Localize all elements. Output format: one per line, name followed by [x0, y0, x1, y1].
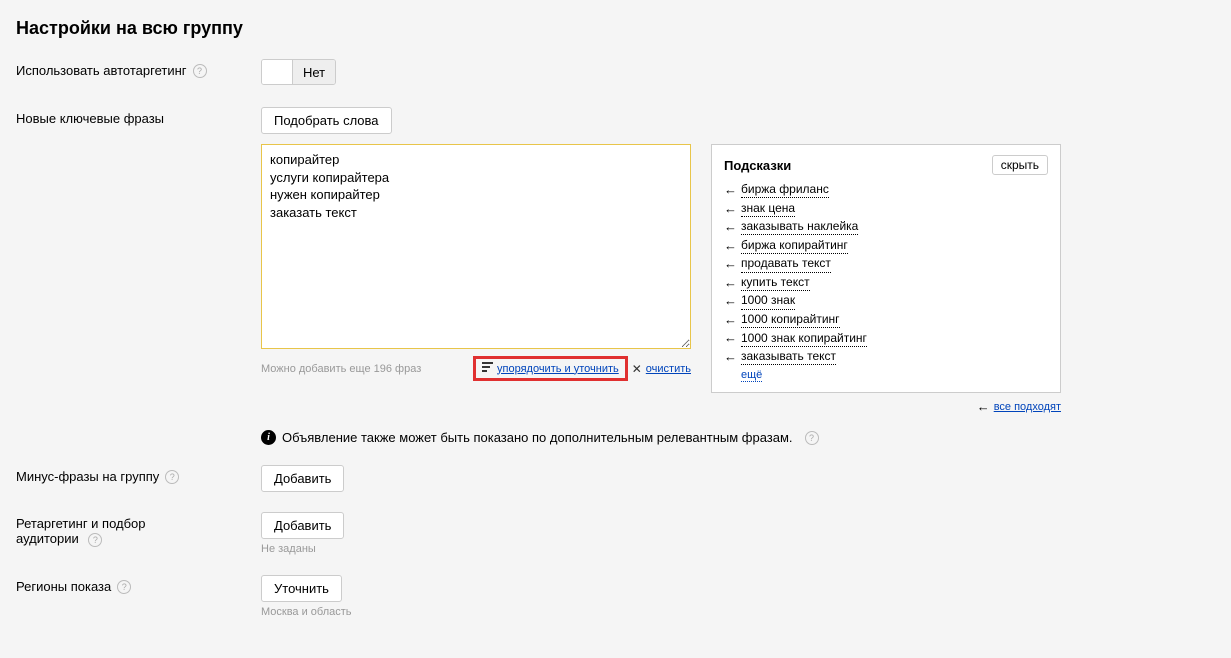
help-icon[interactable]: ? [193, 64, 207, 78]
suggestion-link[interactable]: заказывать наклейка [741, 218, 858, 235]
arrow-left-icon[interactable]: ← [724, 329, 737, 347]
suggestion-item: ←1000 знак [724, 292, 1048, 310]
suggestion-item: ←купить текст [724, 274, 1048, 292]
suggestion-link[interactable]: 1000 знак [741, 292, 795, 309]
help-icon[interactable]: ? [165, 470, 179, 484]
autotargeting-toggle[interactable]: Нет [261, 59, 336, 85]
minus-phrases-label: Минус-фразы на группу [16, 469, 159, 484]
arrow-left-icon[interactable]: ← [724, 348, 737, 366]
suggestion-link[interactable]: продавать текст [741, 255, 831, 272]
suggestion-item: ←биржа фриланс [724, 181, 1048, 199]
info-note: Объявление также может быть показано по … [282, 430, 793, 445]
suggestion-item: ←знак цена [724, 200, 1048, 218]
sort-icon [482, 362, 493, 375]
pick-words-button[interactable]: Подобрать слова [261, 107, 392, 134]
retargeting-label-2: аудитории [16, 531, 79, 546]
arrow-left-icon[interactable]: ← [724, 218, 737, 236]
all-fit-link[interactable]: все подходят [994, 401, 1061, 413]
arrow-left-icon[interactable]: ← [724, 274, 737, 292]
regions-refine-button[interactable]: Уточнить [261, 575, 342, 602]
suggestion-link[interactable]: биржа фриланс [741, 181, 829, 198]
suggestion-item: ←биржа копирайтинг [724, 237, 1048, 255]
suggestions-more-link[interactable]: ещё [741, 369, 762, 382]
arrow-left-icon[interactable]: ← [724, 255, 737, 273]
retargeting-add-button[interactable]: Добавить [261, 512, 344, 539]
arrow-left-icon[interactable]: ← [724, 292, 737, 310]
keywords-textarea[interactable] [261, 144, 691, 349]
suggestions-title: Подсказки [724, 158, 791, 173]
help-icon[interactable]: ? [805, 431, 819, 445]
info-icon: i [261, 430, 276, 445]
remaining-hint: Можно добавить еще 196 фраз [261, 363, 421, 375]
close-icon: ✕ [632, 362, 642, 376]
retargeting-label: Ретаргетинг и подбор [16, 516, 146, 531]
page-title: Настройки на всю группу [16, 0, 1215, 59]
keywords-label: Новые ключевые фразы [16, 111, 164, 126]
suggestion-link[interactable]: купить текст [741, 274, 810, 291]
arrow-left-icon: ← [977, 399, 990, 414]
arrow-left-icon[interactable]: ← [724, 311, 737, 329]
arrow-left-icon[interactable]: ← [724, 181, 737, 199]
help-icon[interactable]: ? [88, 533, 102, 547]
clear-link[interactable]: очистить [646, 363, 691, 375]
suggestion-link[interactable]: 1000 копирайтинг [741, 311, 840, 328]
hide-suggestions-button[interactable]: скрыть [992, 155, 1048, 175]
minus-add-button[interactable]: Добавить [261, 465, 344, 492]
sort-refine-link[interactable]: упорядочить и уточнить [497, 363, 619, 375]
suggestion-link[interactable]: знак цена [741, 200, 795, 217]
toggle-value: Нет [303, 65, 325, 80]
suggestion-link[interactable]: 1000 знак копирайтинг [741, 330, 867, 347]
regions-label: Регионы показа [16, 579, 111, 594]
suggestion-item: ←1000 знак копирайтинг [724, 329, 1048, 347]
suggestion-item: ←заказывать текст [724, 348, 1048, 366]
suggestion-item: ←заказывать наклейка [724, 218, 1048, 236]
suggestion-link[interactable]: биржа копирайтинг [741, 237, 848, 254]
regions-hint: Москва и область [261, 606, 1215, 618]
arrow-left-icon[interactable]: ← [724, 237, 737, 255]
arrow-left-icon[interactable]: ← [724, 200, 737, 218]
suggestion-link[interactable]: заказывать текст [741, 348, 836, 365]
suggestions-panel: Подсказки скрыть ←биржа фриланс←знак цен… [711, 144, 1061, 393]
suggestion-item: ←1000 копирайтинг [724, 311, 1048, 329]
autotargeting-label: Использовать автотаргетинг [16, 63, 187, 78]
highlight-box: упорядочить и уточнить [473, 356, 628, 381]
help-icon[interactable]: ? [117, 580, 131, 594]
suggestion-item: ←продавать текст [724, 255, 1048, 273]
retargeting-hint: Не заданы [261, 543, 1215, 555]
